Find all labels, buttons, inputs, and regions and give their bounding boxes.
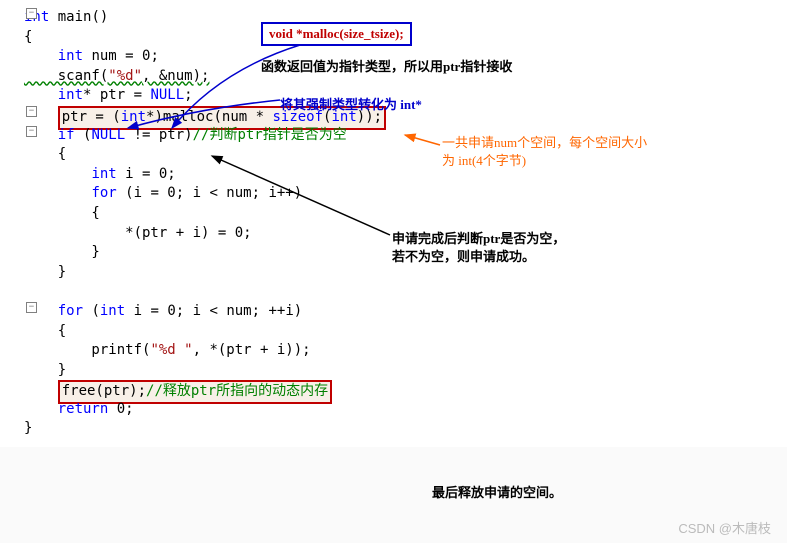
malloc-signature: void *malloc(size_tsize); (269, 26, 404, 41)
brace-close: } (24, 244, 100, 260)
brace-open: { (24, 323, 66, 339)
printf-call: printf( (24, 342, 150, 358)
ptr-decl: * ptr = (83, 87, 150, 103)
fold-icon[interactable]: − (26, 8, 40, 19)
printf-args: , *(ptr + i)); (193, 342, 311, 358)
cond-expr: != ptr) (125, 127, 192, 143)
keyword-int: int (100, 303, 125, 319)
indent (24, 48, 58, 64)
indent (24, 401, 58, 417)
fold-icon[interactable]: − (26, 126, 40, 137)
brace-open: { (24, 146, 66, 162)
indent (24, 185, 91, 201)
decl-num: num = 0; (83, 48, 159, 64)
scanf-call: scanf("%d", &num); (24, 68, 209, 84)
fold-icon[interactable]: − (26, 106, 40, 117)
annotation-alloc-1: 一共申请num个空间，每个空间大小 (442, 132, 647, 151)
brace-open: { (24, 29, 32, 45)
for-header: (i = 0; i < num; i++) (117, 185, 302, 201)
annotation-free: 最后释放申请的空间。 (432, 482, 562, 501)
comment-null-check: //判断ptr指针是否为空 (193, 127, 347, 143)
watermark: CSDN @木唐枝 (678, 518, 771, 537)
null-literal: NULL (150, 87, 184, 103)
paren: ( (83, 303, 100, 319)
keyword-int: int (91, 166, 116, 182)
brace-close: } (24, 420, 32, 436)
keyword-for: for (91, 185, 116, 201)
return-val: 0; (108, 401, 133, 417)
keyword-return: return (58, 401, 109, 417)
assign-zero: *(ptr + i) = 0; (24, 225, 252, 241)
paren: ( (75, 127, 92, 143)
annotation-check-2: 若不为空，则申请成功。 (392, 246, 535, 265)
decl-i: i = 0; (117, 166, 176, 182)
for-header: i = 0; i < num; ++i) (125, 303, 302, 319)
annotation-alloc-2: 为 int(4个字节) (442, 150, 526, 169)
semicolon: ; (184, 87, 192, 103)
indent (24, 166, 91, 182)
annotation-cast: 将其强制类型转化为 int* (280, 94, 422, 113)
keyword-for: for (58, 303, 83, 319)
keyword-int: int (58, 87, 83, 103)
brace-close: } (24, 362, 66, 378)
keyword-int: int (58, 48, 83, 64)
malloc-signature-box: void *malloc(size_tsize); (261, 22, 412, 46)
brace-close: } (24, 264, 66, 280)
null-literal: NULL (91, 127, 125, 143)
fn-name: main() (49, 9, 108, 25)
format-string: "%d " (150, 342, 192, 358)
annotation-check-1: 申请完成后判断ptr是否为空， (392, 228, 565, 247)
brace-open: { (24, 205, 100, 221)
keyword-if: if (58, 127, 75, 143)
fold-icon[interactable]: − (26, 302, 40, 313)
annotation-return-value: 函数返回值为指针类型，所以用ptr指针接收 (261, 56, 512, 75)
indent (24, 87, 58, 103)
